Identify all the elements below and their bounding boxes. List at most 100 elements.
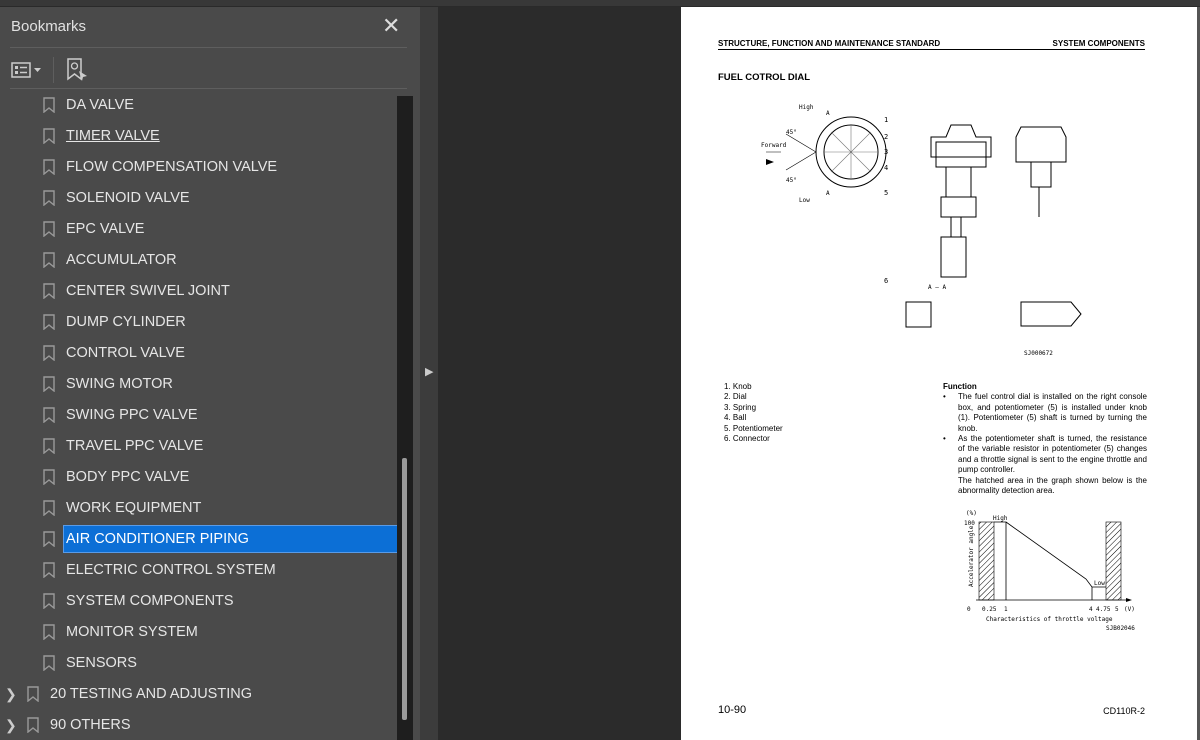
bookmark-icon bbox=[43, 128, 55, 144]
bookmark-label: FLOW COMPENSATION VALVE bbox=[66, 159, 278, 175]
svg-text:1: 1 bbox=[884, 116, 888, 124]
bookmark-icon bbox=[27, 686, 39, 702]
throttle-voltage-graph: (%) 100 High Low Accelerator angle 0 0.2… bbox=[964, 510, 1135, 632]
header-rule bbox=[718, 49, 1145, 50]
bookmark-icon bbox=[43, 531, 55, 547]
options-menu-button[interactable] bbox=[11, 62, 41, 78]
svg-text:2: 2 bbox=[884, 133, 888, 141]
section-title: FUEL COTROL DIAL bbox=[718, 72, 811, 83]
part-item: 4. Ball bbox=[724, 413, 747, 423]
part-item: 3. Spring bbox=[724, 402, 757, 412]
bookmark-label: SWING PPC VALVE bbox=[66, 407, 198, 423]
bookmark-icon bbox=[27, 717, 39, 733]
x-tick: 4 bbox=[1089, 606, 1093, 613]
divider bbox=[10, 47, 407, 48]
bookmark-item[interactable]: WORK EQUIPMENT bbox=[0, 495, 397, 521]
svg-text:4: 4 bbox=[884, 164, 888, 172]
pdf-page: STRUCTURE, FUNCTION AND MAINTENANCE STAN… bbox=[681, 7, 1197, 740]
expand-arrow-icon[interactable]: ▶ bbox=[425, 365, 433, 378]
x-tick: 0 bbox=[967, 606, 971, 613]
bookmark-label: TRAVEL PPC VALVE bbox=[66, 438, 204, 454]
bookmark-item[interactable]: FLOW COMPENSATION VALVE bbox=[0, 154, 397, 180]
part-item: 5. Potentiometer bbox=[724, 423, 783, 433]
close-icon[interactable]: ✕ bbox=[382, 13, 400, 39]
bookmark-icon bbox=[43, 469, 55, 485]
label-low: Low bbox=[799, 197, 810, 204]
bookmark-icon bbox=[43, 97, 55, 113]
label-low: Low bbox=[1094, 580, 1105, 587]
x-tick: 0.25 bbox=[982, 606, 997, 613]
bookmarks-panel: Bookmarks ✕ DA VALVE TIMER VALVE FLOW COMP… bbox=[0, 7, 420, 740]
bookmark-item[interactable]: CONTROL VALVE bbox=[0, 340, 397, 366]
bookmark-label: EPC VALVE bbox=[66, 221, 145, 237]
part-item: 1. Knob bbox=[724, 382, 752, 391]
bookmark-label: CONTROL VALVE bbox=[66, 345, 185, 361]
bookmark-label: MONITOR SYSTEM bbox=[66, 624, 198, 640]
bookmark-icon bbox=[43, 655, 55, 671]
bookmark-group[interactable]: ❯ 90 OTHERS bbox=[0, 712, 397, 738]
bookmark-label: 90 OTHERS bbox=[50, 717, 131, 733]
bookmark-label: DUMP CYLINDER bbox=[66, 314, 186, 330]
bookmark-label: WORK EQUIPMENT bbox=[66, 500, 202, 516]
bookmark-item[interactable]: SOLENOID VALVE bbox=[0, 185, 397, 211]
bookmark-item[interactable]: SWING PPC VALVE bbox=[0, 402, 397, 428]
bookmark-tree: DA VALVE TIMER VALVE FLOW COMPENSATION VAL… bbox=[0, 94, 397, 740]
scrollbar[interactable] bbox=[397, 96, 413, 740]
function-item: The fuel control dial is installed on th… bbox=[943, 392, 1147, 434]
page-number: 10-90 bbox=[718, 704, 747, 716]
bookmark-label: SWING MOTOR bbox=[66, 376, 173, 392]
bookmark-item[interactable]: CENTER SWIVEL JOINT bbox=[0, 278, 397, 304]
header-left: STRUCTURE, FUNCTION AND MAINTENANCE STAN… bbox=[718, 39, 941, 48]
y-unit: (%) bbox=[966, 510, 977, 517]
find-bookmark-icon[interactable] bbox=[66, 58, 88, 82]
diagram-code: SJ000672 bbox=[1024, 350, 1053, 357]
label-section-aa: A – A bbox=[928, 284, 946, 291]
bookmark-item[interactable]: DA VALVE bbox=[0, 94, 397, 118]
function-item: As the potentiometer shaft is turned, th… bbox=[943, 434, 1147, 476]
scrollbar-thumb[interactable] bbox=[402, 458, 407, 720]
bookmark-item[interactable]: AIR CONDITIONER PIPING bbox=[0, 525, 397, 553]
bookmark-item[interactable]: ELECTRIC CONTROL SYSTEM bbox=[0, 557, 397, 583]
bookmark-item[interactable]: SENSORS bbox=[0, 650, 397, 676]
chevron-down-icon bbox=[34, 67, 41, 72]
bookmark-label: AIR CONDITIONER PIPING bbox=[63, 525, 397, 553]
bookmark-label: ACCUMULATOR bbox=[66, 252, 177, 268]
bookmark-item[interactable]: EPC VALVE bbox=[0, 216, 397, 242]
x-tick: 4.75 bbox=[1096, 606, 1111, 613]
bookmark-icon bbox=[43, 593, 55, 609]
expand-chevron-icon[interactable]: ❯ bbox=[5, 717, 21, 734]
bookmark-item[interactable]: DUMP CYLINDER bbox=[0, 309, 397, 335]
bookmark-label: SOLENOID VALVE bbox=[66, 190, 190, 206]
label-forward: Forward bbox=[761, 142, 787, 149]
bookmark-label: SENSORS bbox=[66, 655, 137, 671]
y-axis-label: Accelerator angle bbox=[968, 525, 975, 587]
divider bbox=[10, 88, 407, 89]
x-tick: 5 bbox=[1115, 606, 1119, 613]
bookmark-item[interactable]: SWING MOTOR bbox=[0, 371, 397, 397]
bookmark-item[interactable]: SYSTEM COMPONENTS bbox=[0, 588, 397, 614]
bookmark-icon bbox=[43, 252, 55, 268]
function-section: Function The fuel control dial is instal… bbox=[943, 382, 1147, 496]
panel-collapse-bar[interactable]: ▶ bbox=[420, 7, 438, 740]
bookmark-icon bbox=[43, 438, 55, 454]
bookmark-icon bbox=[43, 159, 55, 175]
label-section: A bbox=[826, 110, 830, 117]
bookmark-item[interactable]: TRAVEL PPC VALVE bbox=[0, 433, 397, 459]
graph-code: SJB02046 bbox=[1106, 625, 1135, 632]
bookmark-group[interactable]: ❯ 20 TESTING AND ADJUSTING bbox=[0, 681, 397, 707]
header-right: SYSTEM COMPONENTS bbox=[1052, 39, 1145, 48]
label-angle: 45° bbox=[786, 129, 797, 136]
label-section: A bbox=[826, 190, 830, 197]
bookmark-item[interactable]: TIMER VALVE bbox=[0, 123, 397, 149]
svg-text:5: 5 bbox=[884, 189, 888, 197]
bookmark-item[interactable]: ACCUMULATOR bbox=[0, 247, 397, 273]
expand-chevron-icon[interactable]: ❯ bbox=[5, 686, 21, 703]
separator bbox=[53, 57, 54, 83]
bookmark-item[interactable]: BODY PPC VALVE bbox=[0, 464, 397, 490]
model-code: CD110R-2 bbox=[1103, 706, 1145, 716]
bookmark-item[interactable]: MONITOR SYSTEM bbox=[0, 619, 397, 645]
x-axis-label: Characteristics of throttle voltage bbox=[986, 616, 1113, 623]
bookmark-label: CENTER SWIVEL JOINT bbox=[66, 283, 230, 299]
bookmark-icon bbox=[43, 500, 55, 516]
part-item: 6. Connector bbox=[724, 434, 770, 444]
